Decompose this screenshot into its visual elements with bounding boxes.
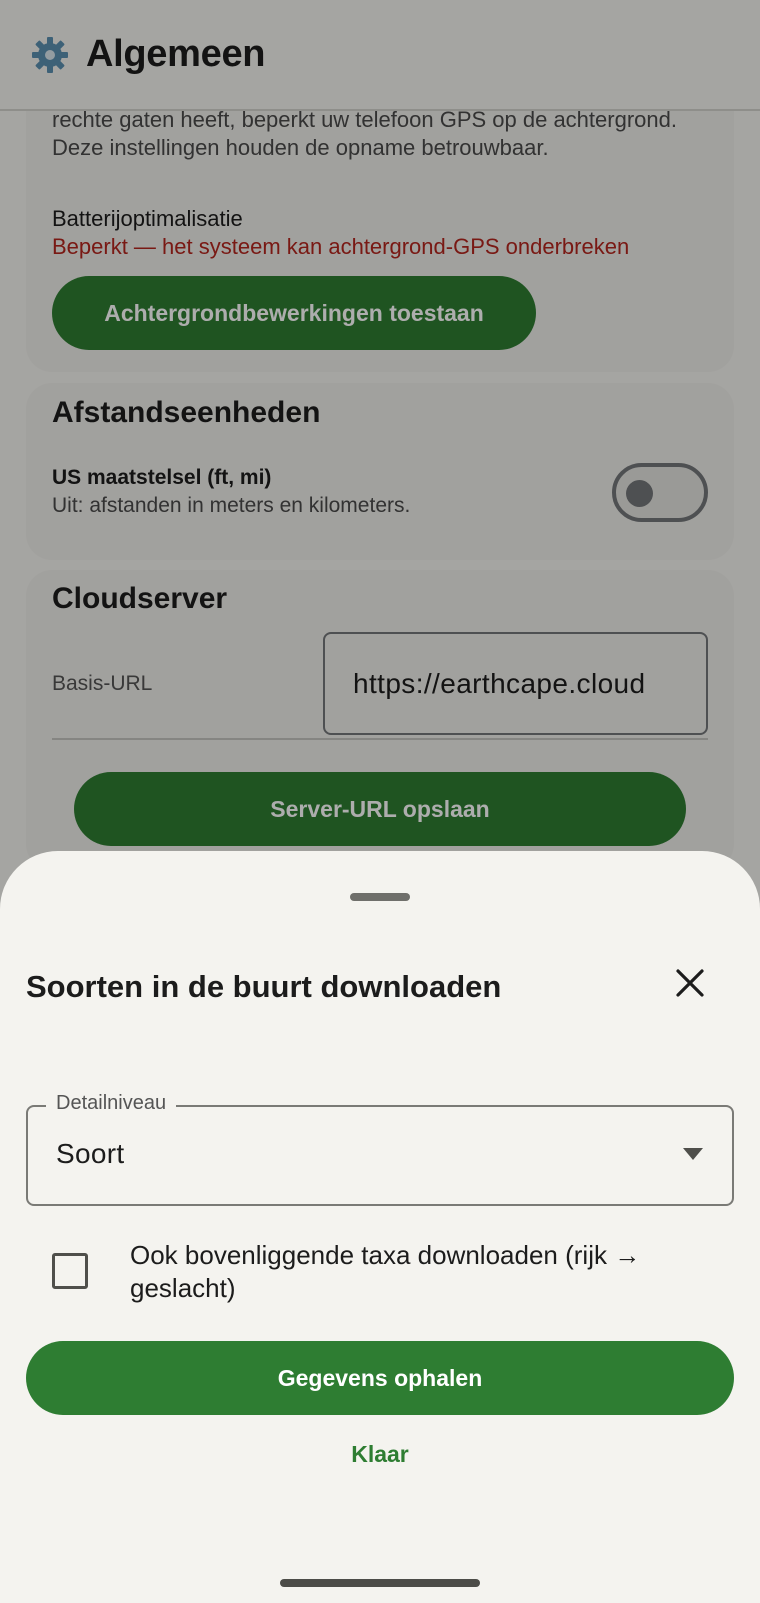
detail-level-value: Soort [56, 1138, 125, 1169]
close-button[interactable] [664, 957, 716, 1009]
close-icon [676, 969, 704, 997]
done-button[interactable]: Klaar [300, 1421, 460, 1487]
parent-taxa-checkbox[interactable] [52, 1253, 88, 1289]
detail-level-dropdown[interactable]: Detailniveau Soort [26, 1092, 734, 1206]
download-species-sheet: Soorten in de buurt downloaden Detailniv… [0, 851, 760, 1603]
fetch-data-button[interactable]: Gegevens ophalen [26, 1341, 734, 1415]
sheet-title: Soorten in de buurt downloaden [26, 969, 502, 1004]
dropdown-arrow-icon [683, 1148, 703, 1160]
screen: Algemeen rechte gaten heeft, beperkt uw … [0, 0, 760, 1603]
detail-level-label: Detailniveau [46, 1092, 177, 1115]
sheet-drag-handle[interactable] [350, 893, 410, 901]
parent-taxa-label[interactable]: Ook bovenliggende taxa downloaden (rijk … [130, 1239, 690, 1305]
home-indicator[interactable] [280, 1579, 480, 1587]
